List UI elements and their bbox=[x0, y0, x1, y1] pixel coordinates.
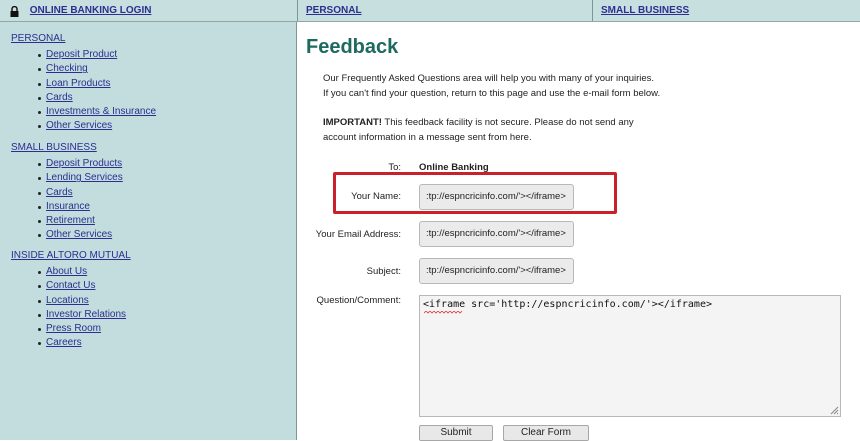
sidebar-item-deposit-product[interactable]: Deposit Product bbox=[0, 48, 156, 62]
sidebar-item-about-us[interactable]: About Us bbox=[0, 265, 126, 279]
sidebar-item-label[interactable]: Locations bbox=[46, 295, 89, 306]
sidebar-item-label[interactable]: Deposit Products bbox=[46, 158, 122, 169]
sidebar-item-careers[interactable]: Careers bbox=[0, 336, 126, 350]
important-line-2: account information in a message sent fr… bbox=[323, 132, 532, 143]
important-label: IMPORTANT! bbox=[323, 117, 382, 128]
sidebar-item-locations[interactable]: Locations bbox=[0, 294, 126, 308]
resize-grip-icon[interactable] bbox=[829, 405, 839, 415]
login-link[interactable]: ONLINE BANKING LOGIN bbox=[30, 5, 152, 16]
sidebar-item-press-room[interactable]: Press Room bbox=[0, 322, 126, 336]
sidebar-heading-small-business[interactable]: SMALL BUSINESS bbox=[11, 142, 97, 153]
sidebar-item-label[interactable]: Press Room bbox=[46, 323, 101, 334]
top-nav: ONLINE BANKING LOGIN PERSONAL SMALL BUSI… bbox=[0, 0, 860, 22]
sidebar: PERSONAL Deposit Product Checking Loan P… bbox=[0, 22, 297, 440]
sidebar-item-label[interactable]: Lending Services bbox=[46, 172, 123, 183]
sidebar-item-other-services[interactable]: Other Services bbox=[0, 119, 156, 133]
comment-label: Question/Comment: bbox=[316, 295, 401, 306]
sidebar-item-insurance[interactable]: Insurance bbox=[0, 200, 123, 214]
intro-text: Our Frequently Asked Questions area will… bbox=[323, 71, 660, 101]
important-notice: IMPORTANT! This feedback facility is not… bbox=[323, 115, 634, 145]
sidebar-item-retirement[interactable]: Retirement bbox=[0, 214, 123, 228]
sidebar-item-investments[interactable]: Investments & Insurance bbox=[0, 105, 156, 119]
intro-line-1: Our Frequently Asked Questions area will… bbox=[323, 73, 655, 84]
important-line-1: IMPORTANT! This feedback facility is not… bbox=[323, 115, 634, 130]
nav-online-banking-login[interactable]: ONLINE BANKING LOGIN bbox=[0, 0, 296, 21]
sidebar-item-label[interactable]: Deposit Product bbox=[46, 49, 117, 60]
sidebar-item-cards[interactable]: Cards bbox=[0, 186, 123, 200]
sidebar-heading-small-business-link[interactable]: SMALL BUSINESS bbox=[11, 142, 97, 153]
sidebar-item-label[interactable]: Other Services bbox=[46, 120, 112, 131]
email-field[interactable]: :tp://espncricinfo.com/'></iframe> bbox=[419, 221, 574, 247]
sidebar-heading-inside[interactable]: INSIDE ALTORO MUTUAL bbox=[11, 250, 131, 261]
email-label: Your Email Address: bbox=[315, 229, 401, 240]
highlight-box bbox=[333, 172, 617, 214]
comment-text: <iframe src='http://espncricinfo.com/'><… bbox=[423, 299, 712, 310]
sidebar-item-label[interactable]: Careers bbox=[46, 337, 82, 348]
lock-icon bbox=[10, 4, 19, 17]
sidebar-item-label[interactable]: Contact Us bbox=[46, 280, 95, 291]
sidebar-item-label[interactable]: Cards bbox=[46, 92, 73, 103]
sidebar-heading-personal-link[interactable]: PERSONAL bbox=[11, 33, 65, 44]
comment-textarea[interactable]: <iframe src='http://espncricinfo.com/'><… bbox=[419, 295, 841, 417]
sidebar-personal-list: Deposit Product Checking Loan Products C… bbox=[0, 48, 156, 134]
small-business-link[interactable]: SMALL BUSINESS bbox=[601, 5, 689, 16]
sidebar-heading-personal[interactable]: PERSONAL bbox=[11, 33, 65, 44]
nav-small-business[interactable]: SMALL BUSINESS bbox=[592, 0, 860, 21]
personal-link[interactable]: PERSONAL bbox=[306, 5, 362, 16]
sidebar-item-deposit-products[interactable]: Deposit Products bbox=[0, 157, 123, 171]
sidebar-item-lending-services[interactable]: Lending Services bbox=[0, 171, 123, 185]
sidebar-item-label[interactable]: Investments & Insurance bbox=[46, 106, 156, 117]
sidebar-item-label[interactable]: Cards bbox=[46, 187, 73, 198]
intro-line-2: If you can't find your question, return … bbox=[323, 88, 661, 99]
important-text: This feedback facility is not secure. Pl… bbox=[381, 117, 634, 128]
submit-button[interactable]: Submit bbox=[419, 425, 493, 441]
sidebar-item-loan-products[interactable]: Loan Products bbox=[0, 77, 156, 91]
sidebar-item-label[interactable]: Investor Relations bbox=[46, 309, 126, 320]
sidebar-item-label[interactable]: Checking bbox=[46, 63, 88, 74]
sidebar-item-checking[interactable]: Checking bbox=[0, 62, 156, 76]
sidebar-inside-list: About Us Contact Us Locations Investor R… bbox=[0, 265, 126, 351]
sidebar-item-label[interactable]: Retirement bbox=[46, 215, 95, 226]
page-title: Feedback bbox=[306, 36, 399, 58]
sidebar-item-label[interactable]: Loan Products bbox=[46, 78, 111, 89]
sidebar-small-business-list: Deposit Products Lending Services Cards … bbox=[0, 157, 123, 243]
sidebar-heading-inside-link[interactable]: INSIDE ALTORO MUTUAL bbox=[11, 250, 131, 261]
nav-personal[interactable]: PERSONAL bbox=[297, 0, 591, 21]
main-content: Feedback Our Frequently Asked Questions … bbox=[297, 22, 860, 441]
subject-field[interactable]: :tp://espncricinfo.com/'></iframe> bbox=[419, 258, 574, 284]
sidebar-item-cards[interactable]: Cards bbox=[0, 91, 156, 105]
sidebar-item-other-services[interactable]: Other Services bbox=[0, 228, 123, 242]
sidebar-item-label[interactable]: Other Services bbox=[46, 229, 112, 240]
spellcheck-underline bbox=[424, 311, 462, 314]
subject-label: Subject: bbox=[366, 266, 401, 277]
sidebar-item-label[interactable]: Insurance bbox=[46, 201, 90, 212]
sidebar-item-contact-us[interactable]: Contact Us bbox=[0, 279, 126, 293]
sidebar-item-label[interactable]: About Us bbox=[46, 266, 87, 277]
clear-form-button[interactable]: Clear Form bbox=[503, 425, 589, 441]
sidebar-item-investor-relations[interactable]: Investor Relations bbox=[0, 308, 126, 322]
